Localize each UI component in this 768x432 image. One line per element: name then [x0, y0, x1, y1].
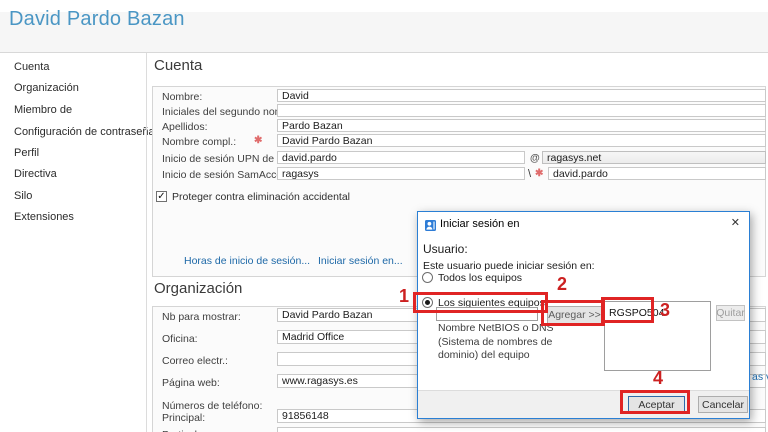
organization-section-title: Organización	[154, 280, 242, 297]
ok-button[interactable]: Aceptar	[628, 396, 685, 413]
cancel-button[interactable]: Cancelar	[698, 396, 748, 413]
main-phone-label: Principal:	[162, 412, 205, 424]
radio-following-computers[interactable]	[422, 297, 433, 308]
sidebar-divider	[146, 53, 147, 432]
sidebar-item-organizacion[interactable]: Organización	[14, 82, 79, 94]
annotation-step-1: 1	[399, 286, 409, 307]
sidebar-item-directiva[interactable]: Directiva	[14, 168, 57, 180]
checkmark-icon: ✓	[157, 191, 165, 202]
nombre-label: Nombre:	[162, 91, 202, 103]
apellidos-label: Apellidos:	[162, 121, 208, 133]
display-name-label: Nb para mostrar:	[162, 311, 241, 323]
iniciales-label: Iniciales del segundo nom...	[162, 106, 292, 118]
upn-input[interactable]: david.pardo	[277, 151, 525, 164]
clipped-link-fragment[interactable]: as v	[752, 371, 768, 383]
sidebar-item-extensiones[interactable]: Extensiones	[14, 211, 74, 223]
sidebar-item-config-contrasena[interactable]: Configuración de contraseña	[14, 126, 155, 138]
protect-deletion-checkbox[interactable]: ✓	[156, 191, 167, 202]
close-icon[interactable]: ✕	[731, 216, 740, 229]
backslash-separator: \	[528, 168, 531, 180]
iniciales-input[interactable]	[277, 104, 766, 117]
home-phone-input[interactable]	[277, 427, 766, 432]
sidebar-item-miembro-de[interactable]: Miembro de	[14, 104, 72, 116]
user-label: Usuario:	[423, 242, 468, 256]
sidebar-item-perfil[interactable]: Perfil	[14, 147, 39, 159]
logon-to-link[interactable]: Iniciar sesión en...	[318, 255, 403, 267]
sidebar-item-silo[interactable]: Silo	[14, 190, 32, 202]
nombre-completo-label: Nombre compl.:	[162, 136, 236, 148]
web-label: Página web:	[162, 377, 220, 389]
sidebar-item-cuenta[interactable]: Cuenta	[14, 61, 49, 73]
at-sign-icon: @	[530, 153, 540, 164]
dialog-title: Iniciar sesión en	[440, 218, 520, 230]
account-section-title: Cuenta	[154, 57, 202, 74]
computer-listbox[interactable]: RGSPO504	[604, 301, 711, 371]
user-dialog-icon	[425, 218, 436, 229]
apellidos-input[interactable]: Pardo Bazan	[277, 119, 766, 132]
list-item[interactable]: RGSPO504	[609, 307, 664, 319]
logon-to-dialog: Iniciar sesión en ✕ Usuario: Este usuari…	[417, 211, 750, 419]
required-asterisk-icon: ✱	[535, 168, 543, 179]
office-label: Oficina:	[162, 333, 198, 345]
protect-deletion-label: Proteger contra eliminación accidental	[172, 191, 350, 203]
logon-hours-link[interactable]: Horas de inicio de sesión...	[184, 255, 310, 267]
upn-domain-combobox[interactable]: ragasys.net	[542, 151, 766, 164]
nombre-input[interactable]: David	[277, 89, 766, 102]
nombre-completo-input[interactable]: David Pardo Bazan	[277, 134, 766, 147]
app-window: David Pardo Bazan Cuenta Organización Mi…	[0, 0, 768, 432]
remove-button[interactable]: Quitar	[716, 305, 745, 321]
sam-domain-input[interactable]: ragasys	[277, 167, 525, 180]
phone-numbers-label: Números de teléfono:	[162, 400, 262, 412]
page-title: David Pardo Bazan	[9, 8, 185, 31]
instruction-text: Este usuario puede iniciar sesión en:	[423, 260, 595, 272]
sam-user-input[interactable]: david.pardo	[548, 167, 766, 180]
radio-all-computers-label: Todos los equipos	[438, 272, 522, 284]
add-button[interactable]: Agregar >>	[547, 306, 602, 324]
radio-all-computers[interactable]	[422, 272, 433, 283]
netbios-helper-text: Nombre NetBIOS o DNS (Sistema de nombres…	[438, 322, 554, 363]
computer-name-input[interactable]	[436, 307, 538, 321]
required-asterisk-icon: ✱	[254, 135, 262, 146]
email-label: Correo electr.:	[162, 355, 228, 367]
